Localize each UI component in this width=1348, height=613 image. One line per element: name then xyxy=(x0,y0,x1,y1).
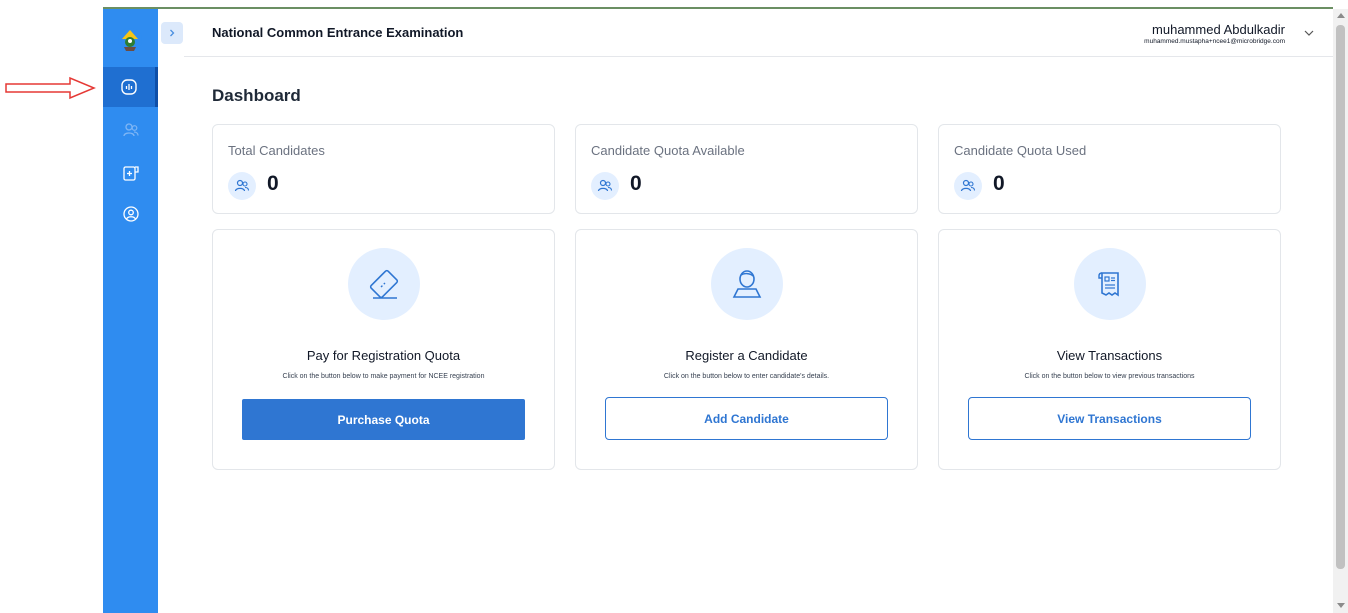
card-icon xyxy=(348,248,420,320)
users-icon xyxy=(954,172,982,200)
ncee-logo-icon xyxy=(118,28,142,52)
stat-value: 0 xyxy=(993,172,1005,195)
scroll-up-icon[interactable] xyxy=(1337,13,1345,18)
action-title: Pay for Registration Quota xyxy=(306,348,461,363)
stat-label: Total Candidates xyxy=(228,143,325,158)
stat-label: Candidate Quota Available xyxy=(591,143,745,158)
sidebar-item-candidates[interactable] xyxy=(103,110,158,150)
chevron-right-icon xyxy=(170,29,175,37)
stat-card-total-candidates: Total Candidates 0 xyxy=(212,124,555,214)
action-description: Click on the button below to make paymen… xyxy=(282,373,485,380)
sidebar-item-payments[interactable] xyxy=(103,153,158,193)
users-icon xyxy=(591,172,619,200)
stat-card-quota-used: Candidate Quota Used 0 xyxy=(938,124,1281,214)
user-email: muhammed.mustapha+ncee1@microbridge.com xyxy=(1144,38,1285,45)
stat-value: 0 xyxy=(630,172,642,195)
scroll-thumb[interactable] xyxy=(1336,25,1345,569)
receipt-icon xyxy=(1074,248,1146,320)
users-icon xyxy=(228,172,256,200)
payment-icon xyxy=(122,166,139,181)
sidebar-item-profile[interactable] xyxy=(103,194,158,234)
candidate-icon xyxy=(711,248,783,320)
purchase-quota-button[interactable]: Purchase Quota xyxy=(242,399,525,440)
profile-icon xyxy=(122,206,139,222)
action-card-view-transactions: View Transactions Click on the button be… xyxy=(938,229,1281,470)
scroll-down-icon[interactable] xyxy=(1337,603,1345,608)
user-name[interactable]: muhammed Abdulkadir xyxy=(1152,22,1285,37)
sidebar xyxy=(103,9,158,613)
page-title: Dashboard xyxy=(212,86,301,105)
action-title: Register a Candidate xyxy=(685,348,808,363)
sidebar-item-dashboard[interactable] xyxy=(103,67,158,107)
stat-value: 0 xyxy=(267,172,279,195)
dashboard-icon xyxy=(121,79,137,95)
action-description: Click on the button below to enter candi… xyxy=(663,373,830,380)
annotation-arrow-icon xyxy=(5,76,96,100)
action-card-register-candidate: Register a Candidate Click on the button… xyxy=(575,229,918,470)
users-icon xyxy=(122,123,139,137)
chevron-down-icon[interactable] xyxy=(1303,27,1315,39)
action-description: Click on the button below to view previo… xyxy=(1024,373,1195,380)
sidebar-toggle-button[interactable] xyxy=(161,22,183,44)
app-title: National Common Entrance Examination xyxy=(212,25,464,40)
view-transactions-button[interactable]: View Transactions xyxy=(968,397,1251,440)
scrollbar[interactable] xyxy=(1333,9,1348,613)
stat-card-quota-available: Candidate Quota Available 0 xyxy=(575,124,918,214)
top-header: National Common Entrance Examination muh… xyxy=(184,9,1333,57)
action-title: View Transactions xyxy=(1056,348,1163,363)
action-card-pay-quota: Pay for Registration Quota Click on the … xyxy=(212,229,555,470)
add-candidate-button[interactable]: Add Candidate xyxy=(605,397,888,440)
stat-label: Candidate Quota Used xyxy=(954,143,1087,158)
